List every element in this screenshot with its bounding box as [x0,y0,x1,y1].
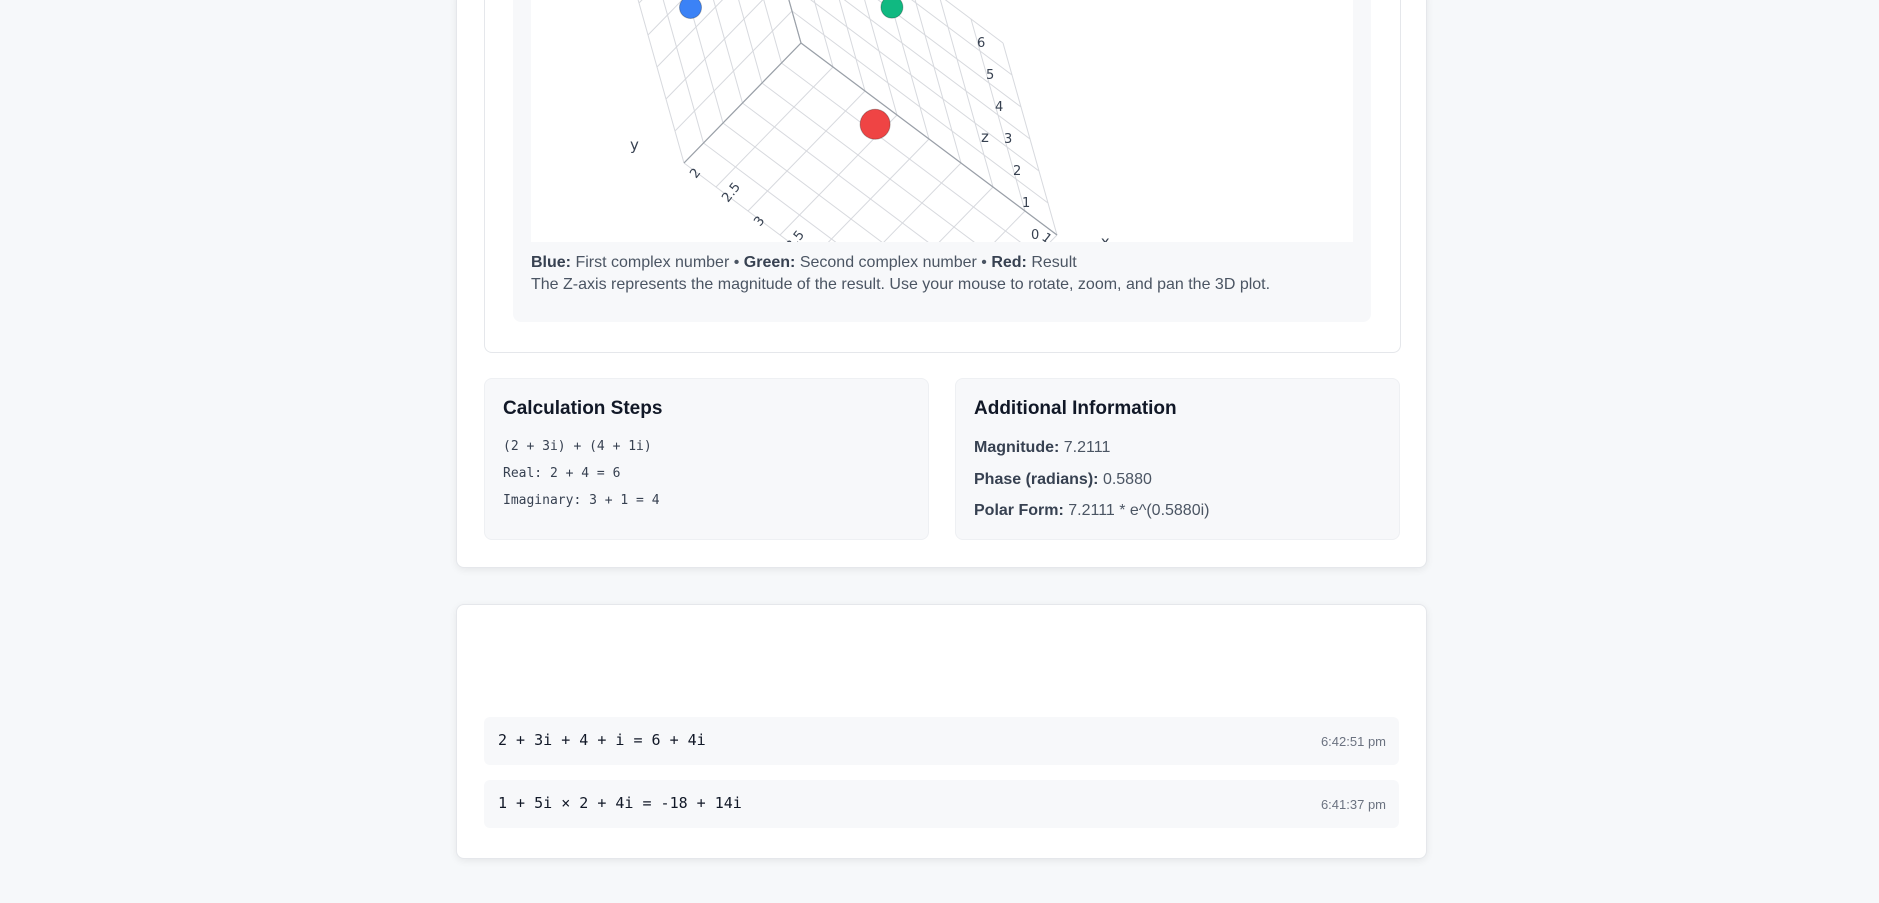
z-tick-label: 0 [1031,228,1039,242]
history-item[interactable]: 2 + 3i + 4 + i = 6 + 4i 6:42:51 pm [484,717,1399,765]
z-tick-label: 1 [1022,196,1030,211]
grid-line [827,138,930,242]
grid-line [763,0,782,64]
data-point-blue [679,0,703,19]
grid-line [761,82,975,242]
grid-line [883,162,962,242]
magnitude-row: Magnitude: 7.2111 [974,439,1110,457]
phase-row: Phase (radians): 0.5880 [974,471,1152,489]
calc-step: Real: 2 + 4 = 6 [503,466,621,481]
3d-plot-svg[interactable]: 22.533.544.555.5611.522.533.540123456xyz [531,0,1353,242]
grid-line [994,210,1026,242]
history-item[interactable]: 1 + 5i × 2 + 4i = -18 + 14i 6:41:37 pm [484,780,1399,828]
z-axis-title: z [981,128,989,146]
data-point-red [859,108,891,140]
z-tick-label: 4 [995,100,1003,115]
grid-line [656,0,724,68]
legend-line: Blue: First complex number • Green: Seco… [531,252,1361,274]
plot-container: 22.533.544.555.5611.522.533.540123456xyz… [513,0,1371,322]
history-expression: 1 + 5i × 2 + 4i = -18 + 14i [498,794,742,812]
phase-value: 0.5880 [1102,471,1152,488]
history-timestamp: 6:41:37 pm [1320,797,1386,812]
legend-separator: • [981,254,987,271]
plot-description: The Z-axis represents the magnitude of t… [531,276,1271,293]
phase-label: Phase (radians): [974,471,1099,488]
axis-line [800,42,1058,236]
data-point-green [880,0,904,19]
legend-red-label: Red: [991,254,1027,271]
plot-legend: Blue: First complex number • Green: Seco… [531,252,1361,296]
grid-line [662,0,704,144]
grid-line [703,142,837,242]
calculator-card: 22.533.544.555.5611.522.533.540123456xyz… [456,0,1427,568]
z-tick-label: 3 [1004,132,1012,147]
x-tick-label: 3.5 [783,228,808,242]
history-card: 2 + 3i + 4 + i = 6 + 4i 6:42:51 pm 1 + 5… [456,604,1427,859]
legend-green-label: Green: [743,254,796,271]
additional-info-title: Additional Information [974,398,1177,419]
polar-form-value: 7.2111 * e^(0.5880i) [1068,502,1210,519]
z-tick-label: 6 [977,36,985,51]
x-tick-label: 2.5 [719,180,744,206]
calculation-steps-title: Calculation Steps [503,398,663,419]
legend-blue-text: First complex number [575,254,730,271]
grid-line [687,0,724,124]
x-tick-label: 3 [751,214,768,230]
grid-line [938,186,994,242]
grid-line [791,10,1049,204]
calc-step: (2 + 3i) + (4 + 1i) [503,439,652,454]
x-tick-label: 2 [687,166,704,182]
calculation-steps-panel: Calculation Steps (2 + 3i) + (4 + 1i) Re… [484,378,929,540]
grid-line [939,0,994,188]
legend-green-text: Second complex number [799,254,977,271]
z-tick-label: 5 [986,68,994,83]
polar-form-row: Polar Form: 7.2111 * e^(0.5880i) [974,502,1209,520]
legend-separator: • [733,254,740,271]
magnitude-value: 7.2111 [1063,439,1111,456]
magnitude-label: Magnitude: [974,439,1060,456]
legend-blue-label: Blue: [531,254,571,271]
history-expression: 2 + 3i + 4 + i = 6 + 4i [498,731,706,749]
y-axis-title: y [630,136,639,154]
x-axis-title: x [1101,233,1110,242]
legend-red-text: Result [1031,254,1077,271]
visualization-panel: 22.533.544.555.5611.522.533.540123456xyz… [484,0,1401,353]
calc-step: Imaginary: 3 + 1 = 4 [503,493,660,508]
history-timestamp: 6:42:51 pm [1320,734,1386,749]
polar-form-label: Polar Form: [974,502,1064,519]
3d-plot[interactable]: 22.533.544.555.5611.522.533.540123456xyz [531,0,1353,242]
additional-info-panel: Additional Information Magnitude: 7.2111… [955,378,1400,540]
axis-line [683,42,802,164]
plot-grid [637,0,1058,242]
z-tick-label: 2 [1013,164,1021,179]
grid-line [738,0,763,84]
